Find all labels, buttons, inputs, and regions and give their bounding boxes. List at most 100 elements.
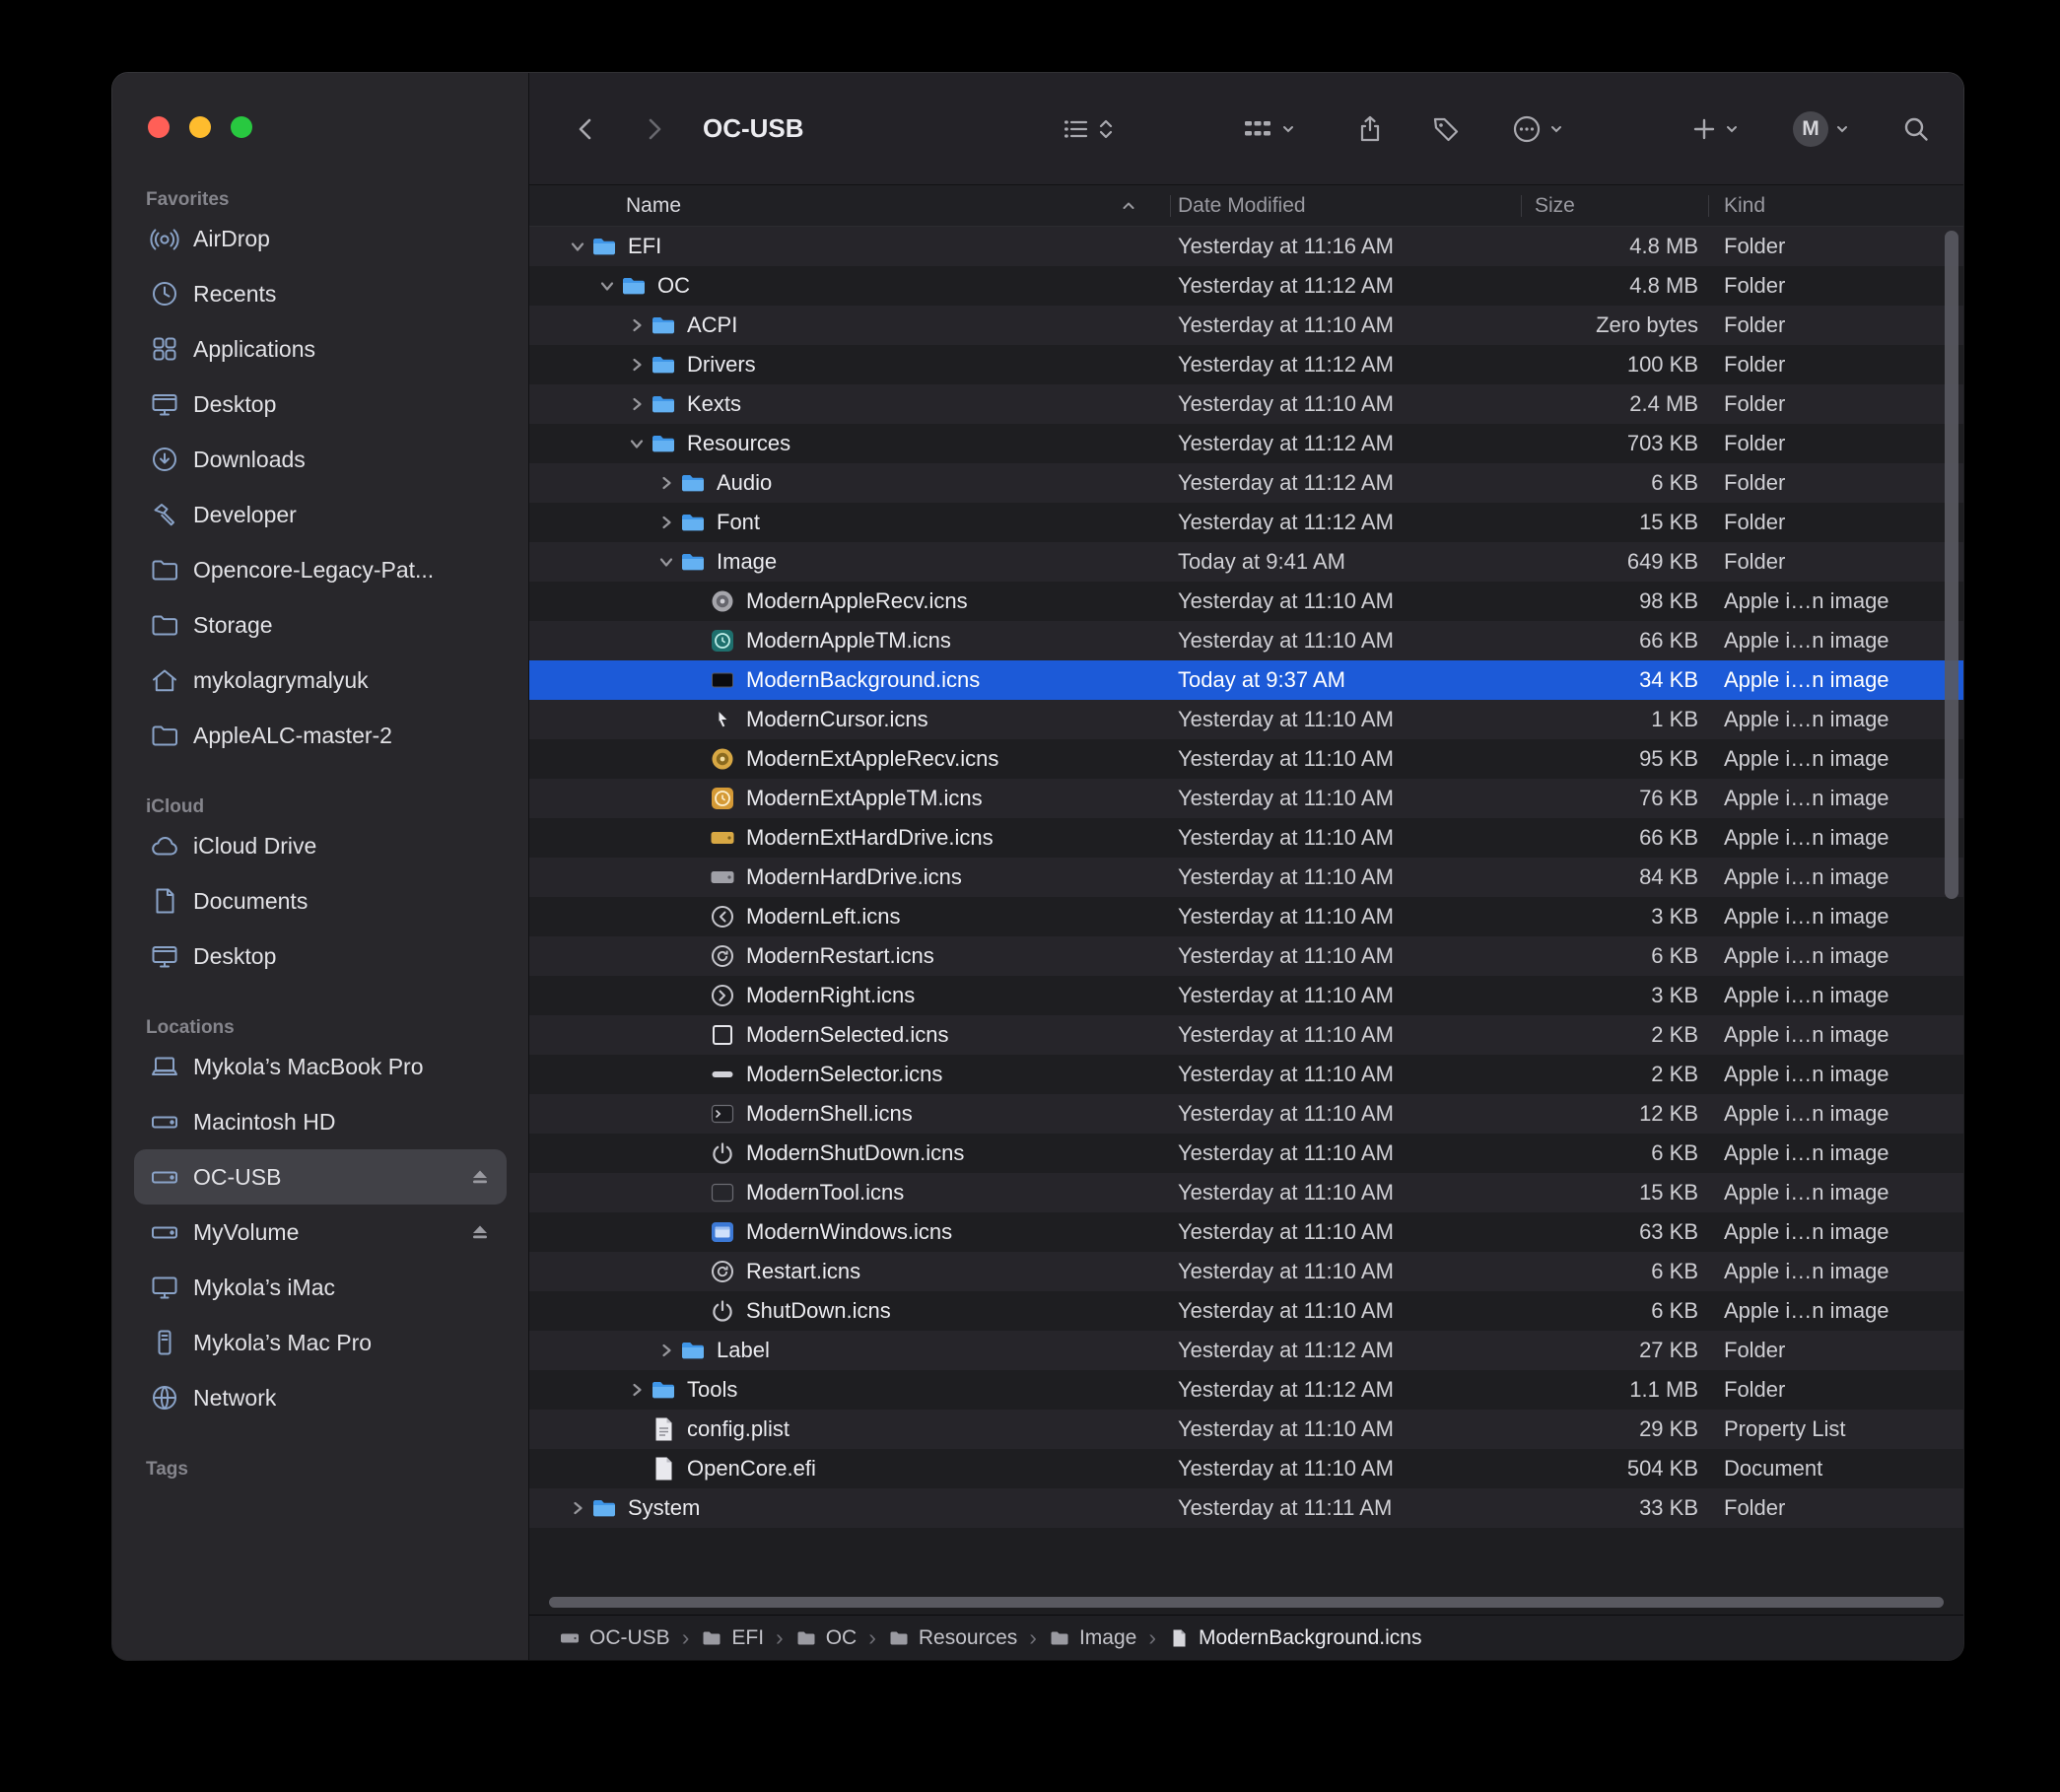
- pathbar-item-oc-usb[interactable]: OC-USB: [559, 1626, 670, 1650]
- pathbar-item-efi[interactable]: EFI: [701, 1626, 764, 1650]
- sidebar-item-developer[interactable]: Developer: [134, 487, 507, 542]
- disclosure-down-icon[interactable]: [565, 238, 590, 255]
- disclosure-right-icon[interactable]: [653, 514, 679, 531]
- sidebar-item-macintosh-hd[interactable]: Macintosh HD: [134, 1094, 507, 1149]
- sidebar-item-recents[interactable]: Recents: [134, 266, 507, 321]
- file-row-modernleft-icns[interactable]: ModernLeft.icnsYesterday at 11:10 AM3 KB…: [529, 897, 1963, 936]
- file-row-modernselector-icns[interactable]: ModernSelector.icnsYesterday at 11:10 AM…: [529, 1055, 1963, 1094]
- horizontal-scrollbar-thumb[interactable]: [549, 1597, 1944, 1608]
- sidebar-item-storage[interactable]: Storage: [134, 597, 507, 653]
- sidebar-item-applications[interactable]: Applications: [134, 321, 507, 377]
- sidebar-item-desktop[interactable]: Desktop: [134, 929, 507, 984]
- file-row-modernright-icns[interactable]: ModernRight.icnsYesterday at 11:10 AM3 K…: [529, 976, 1963, 1015]
- name-cell: ModernSelector.icns: [529, 1061, 1170, 1088]
- file-row-kexts[interactable]: KextsYesterday at 11:10 AM2.4 MBFolder: [529, 384, 1963, 424]
- vertical-scrollbar[interactable]: [1945, 231, 1958, 899]
- tags-button[interactable]: [1431, 73, 1461, 184]
- icns-drive-icon: [709, 863, 736, 891]
- sidebar-item-network[interactable]: Network: [134, 1370, 507, 1425]
- sidebar-item-mykolagrymalyuk[interactable]: mykolagrymalyuk: [134, 653, 507, 708]
- column-header-name[interactable]: Name: [529, 185, 1170, 226]
- file-row-image[interactable]: ImageToday at 9:41 AM649 KBFolder: [529, 542, 1963, 582]
- account-badge-button[interactable]: M: [1793, 73, 1849, 184]
- column-header-date-modified[interactable]: Date Modified: [1170, 185, 1521, 226]
- file-row-moderncursor-icns[interactable]: ModernCursor.icnsYesterday at 11:10 AM1 …: [529, 700, 1963, 739]
- file-row-opencore-efi[interactable]: OpenCore.efiYesterday at 11:10 AM504 KBD…: [529, 1449, 1963, 1488]
- back-button[interactable]: [565, 107, 608, 151]
- pathbar-item-image[interactable]: Image: [1049, 1626, 1136, 1650]
- sidebar-item-downloads[interactable]: Downloads: [134, 432, 507, 487]
- disclosure-right-icon[interactable]: [624, 1381, 650, 1399]
- folder-icon: [679, 1337, 707, 1364]
- disclosure-down-icon[interactable]: [624, 435, 650, 452]
- file-row-config-plist[interactable]: config.plistYesterday at 11:10 AM29 KBPr…: [529, 1410, 1963, 1449]
- path-bar: OC-USB›EFI›OC›Resources›Image›ModernBack…: [529, 1615, 1963, 1660]
- disclosure-down-icon[interactable]: [653, 553, 679, 571]
- new-item-button[interactable]: [1690, 73, 1739, 184]
- file-row-modernextappletm-icns[interactable]: ModernExtAppleTM.icnsYesterday at 11:10 …: [529, 779, 1963, 818]
- close-button[interactable]: [148, 116, 170, 138]
- airdrop-icon: [150, 224, 179, 253]
- sidebar-item-mykola-s-imac[interactable]: Mykola’s iMac: [134, 1260, 507, 1315]
- file-row-modernextharddrive-icns[interactable]: ModernExtHardDrive.icnsYesterday at 11:1…: [529, 818, 1963, 858]
- pathbar-item-modernbackground-icns[interactable]: ModernBackground.icns: [1168, 1626, 1421, 1650]
- sidebar-item-oc-usb[interactable]: OC-USB: [134, 1149, 507, 1205]
- file-row-audio[interactable]: AudioYesterday at 11:12 AM6 KBFolder: [529, 463, 1963, 503]
- sidebar-item-label: mykolagrymalyuk: [193, 667, 369, 694]
- file-row-modernbackground-icns[interactable]: ModernBackground.icnsToday at 9:37 AM34 …: [529, 660, 1963, 700]
- file-row-system[interactable]: SystemYesterday at 11:11 AM33 KBFolder: [529, 1488, 1963, 1528]
- column-header-size[interactable]: Size: [1521, 185, 1708, 226]
- disclosure-right-icon[interactable]: [624, 316, 650, 334]
- disclosure-right-icon[interactable]: [624, 356, 650, 374]
- file-row-modernwindows-icns[interactable]: ModernWindows.icnsYesterday at 11:10 AM6…: [529, 1212, 1963, 1252]
- horizontal-scrollbar[interactable]: [529, 1589, 1963, 1615]
- sidebar-item-airdrop[interactable]: AirDrop: [134, 211, 507, 266]
- search-button[interactable]: [1901, 73, 1931, 184]
- minimize-button[interactable]: [189, 116, 211, 138]
- disclosure-down-icon[interactable]: [594, 277, 620, 295]
- disclosure-right-icon[interactable]: [624, 395, 650, 413]
- eject-icon[interactable]: [469, 1166, 491, 1188]
- eject-icon[interactable]: [469, 1221, 491, 1243]
- sidebar-item-opencore-legacy-pat[interactable]: Opencore-Legacy-Pat...: [134, 542, 507, 597]
- file-row-label[interactable]: LabelYesterday at 11:12 AM27 KBFolder: [529, 1331, 1963, 1370]
- file-row-modernharddrive-icns[interactable]: ModernHardDrive.icnsYesterday at 11:10 A…: [529, 858, 1963, 897]
- file-row-efi[interactable]: EFIYesterday at 11:16 AM4.8 MBFolder: [529, 227, 1963, 266]
- share-button[interactable]: [1355, 73, 1385, 184]
- file-row-acpi[interactable]: ACPIYesterday at 11:10 AMZero bytesFolde…: [529, 306, 1963, 345]
- file-row-moderntool-icns[interactable]: ModernTool.icnsYesterday at 11:10 AM15 K…: [529, 1173, 1963, 1212]
- file-row-modernappletm-icns[interactable]: ModernAppleTM.icnsYesterday at 11:10 AM6…: [529, 621, 1963, 660]
- sidebar-item-mykola-s-macbook-pro[interactable]: Mykola’s MacBook Pro: [134, 1039, 507, 1094]
- file-row-restart-icns[interactable]: Restart.icnsYesterday at 11:10 AM6 KBApp…: [529, 1252, 1963, 1291]
- file-row-shutdown-icns[interactable]: ShutDown.icnsYesterday at 11:10 AM6 KBAp…: [529, 1291, 1963, 1331]
- sidebar-item-applealc-master-2[interactable]: AppleALC-master-2: [134, 708, 507, 763]
- forward-button[interactable]: [632, 107, 675, 151]
- file-row-modernrestart-icns[interactable]: ModernRestart.icnsYesterday at 11:10 AM6…: [529, 936, 1963, 976]
- pathbar-item-resources[interactable]: Resources: [888, 1626, 1017, 1650]
- file-row-modernextapplerecv-icns[interactable]: ModernExtAppleRecv.icnsYesterday at 11:1…: [529, 739, 1963, 779]
- file-row-tools[interactable]: ToolsYesterday at 11:12 AM1.1 MBFolder: [529, 1370, 1963, 1410]
- file-row-drivers[interactable]: DriversYesterday at 11:12 AM100 KBFolder: [529, 345, 1963, 384]
- sidebar-item-documents[interactable]: Documents: [134, 873, 507, 929]
- group-by-button[interactable]: [1241, 73, 1295, 184]
- sidebar-item-desktop[interactable]: Desktop: [134, 377, 507, 432]
- sidebar-item-mykola-s-mac-pro[interactable]: Mykola’s Mac Pro: [134, 1315, 507, 1370]
- disclosure-right-icon[interactable]: [565, 1499, 590, 1517]
- pathbar-separator: ›: [868, 1624, 876, 1651]
- pathbar-item-oc[interactable]: OC: [795, 1626, 858, 1650]
- file-row-modernshell-icns[interactable]: ModernShell.icnsYesterday at 11:10 AM12 …: [529, 1094, 1963, 1134]
- file-row-resources[interactable]: ResourcesYesterday at 11:12 AM703 KBFold…: [529, 424, 1963, 463]
- disclosure-right-icon[interactable]: [653, 474, 679, 492]
- file-row-oc[interactable]: OCYesterday at 11:12 AM4.8 MBFolder: [529, 266, 1963, 306]
- more-actions-button[interactable]: [1511, 73, 1563, 184]
- file-row-font[interactable]: FontYesterday at 11:12 AM15 KBFolder: [529, 503, 1963, 542]
- view-mode-button[interactable]: [1062, 73, 1114, 184]
- sidebar-item-icloud-drive[interactable]: iCloud Drive: [134, 818, 507, 873]
- sidebar-item-myvolume[interactable]: MyVolume: [134, 1205, 507, 1260]
- file-row-modernapplerecv-icns[interactable]: ModernAppleRecv.icnsYesterday at 11:10 A…: [529, 582, 1963, 621]
- file-row-modernshutdown-icns[interactable]: ModernShutDown.icnsYesterday at 11:10 AM…: [529, 1134, 1963, 1173]
- file-row-modernselected-icns[interactable]: ModernSelected.icnsYesterday at 11:10 AM…: [529, 1015, 1963, 1055]
- column-header-kind[interactable]: Kind: [1708, 185, 1963, 226]
- zoom-button[interactable]: [231, 116, 252, 138]
- disclosure-right-icon[interactable]: [653, 1342, 679, 1359]
